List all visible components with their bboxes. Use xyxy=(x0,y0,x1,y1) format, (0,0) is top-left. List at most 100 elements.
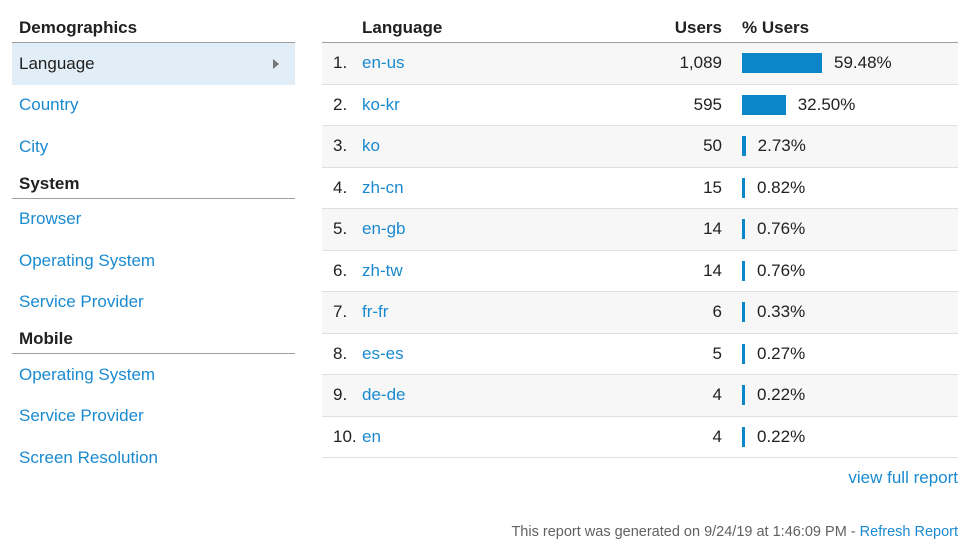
sidebar-item-label: Language xyxy=(19,53,95,73)
users-count: 5 xyxy=(712,343,722,363)
row-rank: 4. xyxy=(333,177,348,197)
section-header-demographics: Demographics xyxy=(12,12,295,43)
users-count: 50 xyxy=(703,136,722,156)
users-count: 6 xyxy=(712,302,722,322)
sidebar-item-screen-resolution[interactable]: Screen Resolution xyxy=(12,437,295,479)
row-rank: 1. xyxy=(333,53,348,73)
table-row: 5. en-gb 14 0.76% xyxy=(322,209,958,251)
table-row: 9. de-de 4 0.22% xyxy=(322,375,958,417)
pct-cell: 0.27% xyxy=(722,343,958,364)
pct-bar xyxy=(742,260,745,281)
table-row: 2. ko-kr 595 32.50% xyxy=(322,85,958,126)
table-header: Language Users % Users xyxy=(322,12,958,43)
pct-cell: 2.73% xyxy=(722,136,958,157)
pct-bar xyxy=(742,426,745,447)
pct-value: 0.27% xyxy=(757,343,806,363)
language-link[interactable]: ko-kr xyxy=(362,95,612,115)
language-link[interactable]: en-us xyxy=(362,53,612,73)
sidebar-item-label: Browser xyxy=(19,209,82,229)
sidebar-item-country[interactable]: Country xyxy=(12,85,295,127)
header-users: Users xyxy=(674,18,722,37)
sidebar-item-label: Service Provider xyxy=(19,406,144,426)
table-row: 1. en-us 1,089 59.48% xyxy=(322,43,958,85)
pct-cell: 0.22% xyxy=(722,426,958,447)
pct-cell: 0.33% xyxy=(722,302,958,323)
pct-bar xyxy=(742,302,745,323)
users-count: 595 xyxy=(693,94,722,114)
sidebar-item-mobile-provider[interactable]: Service Provider xyxy=(12,396,295,438)
row-rank: 9. xyxy=(333,385,348,405)
table-row: 7. fr-fr 6 0.33% xyxy=(322,292,958,334)
table-row: 6. zh-tw 14 0.76% xyxy=(322,251,958,292)
pct-bar xyxy=(742,177,745,198)
pct-cell: 0.22% xyxy=(722,385,958,406)
report-footer: This report was generated on 9/24/19 at … xyxy=(511,524,958,540)
row-rank: 8. xyxy=(333,343,348,363)
pct-value: 0.76% xyxy=(757,260,806,280)
pct-value: 0.76% xyxy=(757,219,806,239)
users-count: 1,089 xyxy=(679,53,722,73)
users-count: 14 xyxy=(703,260,722,280)
table-row: 8. es-es 5 0.27% xyxy=(322,334,958,375)
row-rank: 2. xyxy=(333,94,348,114)
sidebar-item-label: Country xyxy=(19,95,79,115)
language-link[interactable]: ko xyxy=(362,136,612,156)
pct-value: 59.48% xyxy=(834,53,892,73)
sidebar-item-label: City xyxy=(19,136,49,156)
sidebar-item-browser[interactable]: Browser xyxy=(12,199,295,241)
table-row: 3. ko 50 2.73% xyxy=(322,126,958,168)
pct-cell: 59.48% xyxy=(722,53,958,74)
pct-cell: 0.76% xyxy=(722,219,958,240)
section-header-mobile: Mobile xyxy=(12,323,295,354)
row-rank: 6. xyxy=(333,260,348,280)
table-body: 1. en-us 1,089 59.48% 2. ko-kr 595 32.50% 3. ko 50… xyxy=(322,43,958,458)
sidebar: Demographics Language Country City Syste… xyxy=(12,12,295,479)
sidebar-item-label: Operating System xyxy=(19,364,156,384)
sidebar-item-label: Operating System xyxy=(19,250,156,270)
table-row: 4. zh-cn 15 0.82% xyxy=(322,168,958,209)
pct-bar xyxy=(742,53,822,74)
pct-bar xyxy=(742,94,786,115)
users-count: 4 xyxy=(712,385,722,405)
language-link[interactable]: es-es xyxy=(362,344,612,364)
users-count: 4 xyxy=(712,426,722,446)
pct-value: 0.22% xyxy=(757,385,806,405)
users-count: 15 xyxy=(703,177,722,197)
row-rank: 7. xyxy=(333,302,348,322)
row-rank: 3. xyxy=(333,136,348,156)
pct-bar xyxy=(742,385,745,406)
pct-value: 0.33% xyxy=(757,302,806,322)
pct-value: 0.22% xyxy=(757,426,806,446)
pct-bar xyxy=(742,219,745,240)
sidebar-item-city[interactable]: City xyxy=(12,126,295,168)
section-header-system: System xyxy=(12,168,295,199)
row-rank: 10. xyxy=(333,426,357,446)
users-count: 14 xyxy=(703,219,722,239)
language-link[interactable]: de-de xyxy=(362,385,612,405)
refresh-report-link[interactable]: Refresh Report xyxy=(860,524,958,540)
sidebar-item-system-provider[interactable]: Service Provider xyxy=(12,282,295,324)
pct-value: 0.82% xyxy=(757,177,806,197)
sidebar-item-language[interactable]: Language xyxy=(12,43,295,85)
language-link[interactable]: en xyxy=(362,427,612,447)
header-pct-users: % Users xyxy=(742,18,810,37)
generated-text: This report was generated on 9/24/19 at … xyxy=(511,524,860,540)
language-link[interactable]: en-gb xyxy=(362,219,612,239)
header-language: Language xyxy=(362,18,443,37)
language-table: Language Users % Users 1. en-us 1,089 59.48… xyxy=(322,12,958,458)
row-rank: 5. xyxy=(333,219,348,239)
pct-cell: 32.50% xyxy=(722,94,958,115)
language-link[interactable]: zh-tw xyxy=(362,261,612,281)
sidebar-item-label: Screen Resolution xyxy=(19,447,158,467)
view-full-report-link[interactable]: view full report xyxy=(848,468,958,488)
pct-value: 2.73% xyxy=(757,136,806,156)
language-link[interactable]: fr-fr xyxy=(362,302,612,322)
language-link[interactable]: zh-cn xyxy=(362,178,612,198)
sidebar-item-label: Service Provider xyxy=(19,292,144,312)
caret-right-icon xyxy=(273,58,279,69)
sidebar-item-system-os[interactable]: Operating System xyxy=(12,240,295,282)
pct-cell: 0.76% xyxy=(722,260,958,281)
pct-bar xyxy=(742,343,745,364)
pct-value: 32.50% xyxy=(797,94,856,114)
sidebar-item-mobile-os[interactable]: Operating System xyxy=(12,354,295,396)
